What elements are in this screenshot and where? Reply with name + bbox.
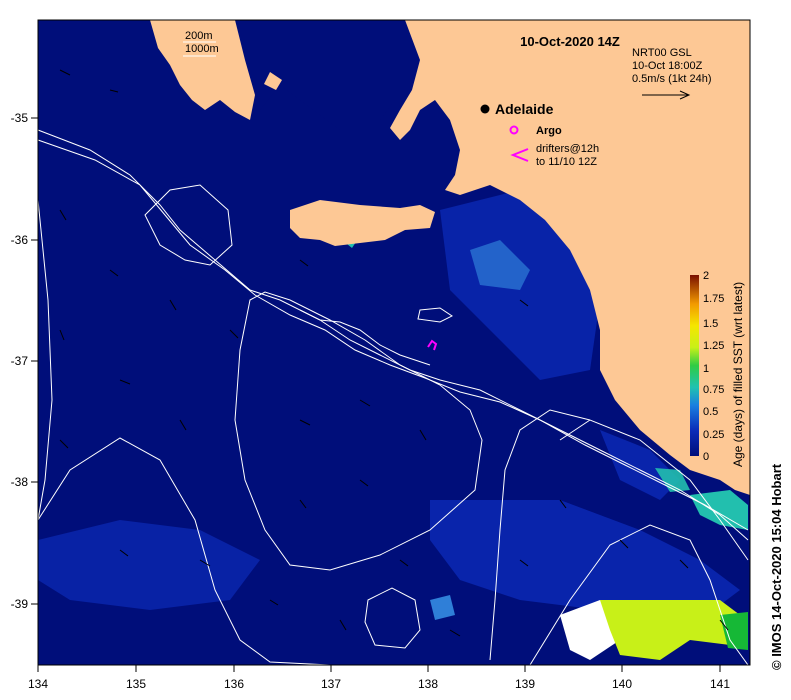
cbar-tick-0-25: 0.25 — [703, 429, 724, 441]
lon-label-134: 134 — [28, 677, 48, 691]
sst-age-map: Adelaide Argo drifters@12h to 11/10 12Z … — [11, 19, 784, 691]
lon-label-136: 136 — [224, 677, 244, 691]
latitude-labels: -35 -36 -37 -38 -39 — [11, 111, 29, 611]
cbar-tick-0-75: 0.75 — [703, 384, 724, 396]
adelaide-marker — [480, 104, 490, 114]
lat-label-39: -39 — [11, 597, 29, 611]
cbar-tick-1: 1 — [703, 363, 709, 375]
bathy-legend-200m: 200m — [185, 30, 213, 42]
drifters-label-1: drifters@12h — [536, 143, 599, 155]
cbar-tick-0: 0 — [703, 451, 709, 463]
lat-label-38: -38 — [11, 475, 29, 489]
lon-label-139: 139 — [515, 677, 535, 691]
bathy-legend-1000m: 1000m — [185, 43, 219, 55]
lon-label-138: 138 — [418, 677, 438, 691]
lon-label-140: 140 — [612, 677, 632, 691]
lon-label-141: 141 — [710, 677, 730, 691]
colorbar-label: Age (days) of filled SST (wrt latest) — [731, 282, 745, 467]
lat-label-36: -36 — [11, 233, 29, 247]
current-legend-line-2: 10-Oct 18:00Z — [632, 60, 703, 72]
current-legend-line-3: 0.5m/s (1kt 24h) — [632, 73, 711, 85]
current-legend-line-1: NRT00 GSL — [632, 47, 692, 59]
argo-label: Argo — [536, 125, 562, 137]
drifters-label-2: to 11/10 12Z — [536, 156, 597, 168]
cbar-tick-1-5: 1.5 — [703, 318, 718, 330]
cbar-tick-1-75: 1.75 — [703, 293, 724, 305]
credit-label: © IMOS 14-Oct-2020 15:04 Hobart — [769, 463, 784, 670]
city-label: Adelaide — [495, 101, 554, 117]
lat-label-35: -35 — [11, 111, 29, 125]
cbar-tick-1-25: 1.25 — [703, 340, 724, 352]
lon-label-135: 135 — [126, 677, 146, 691]
map-title: 10-Oct-2020 14Z — [520, 34, 620, 49]
longitude-labels: 134 135 136 137 138 139 140 141 — [28, 677, 730, 691]
lat-label-37: -37 — [11, 354, 29, 368]
lon-label-137: 137 — [321, 677, 341, 691]
cbar-tick-0-5: 0.5 — [703, 406, 718, 418]
colorbar — [690, 275, 699, 456]
cbar-tick-2: 2 — [703, 270, 709, 282]
